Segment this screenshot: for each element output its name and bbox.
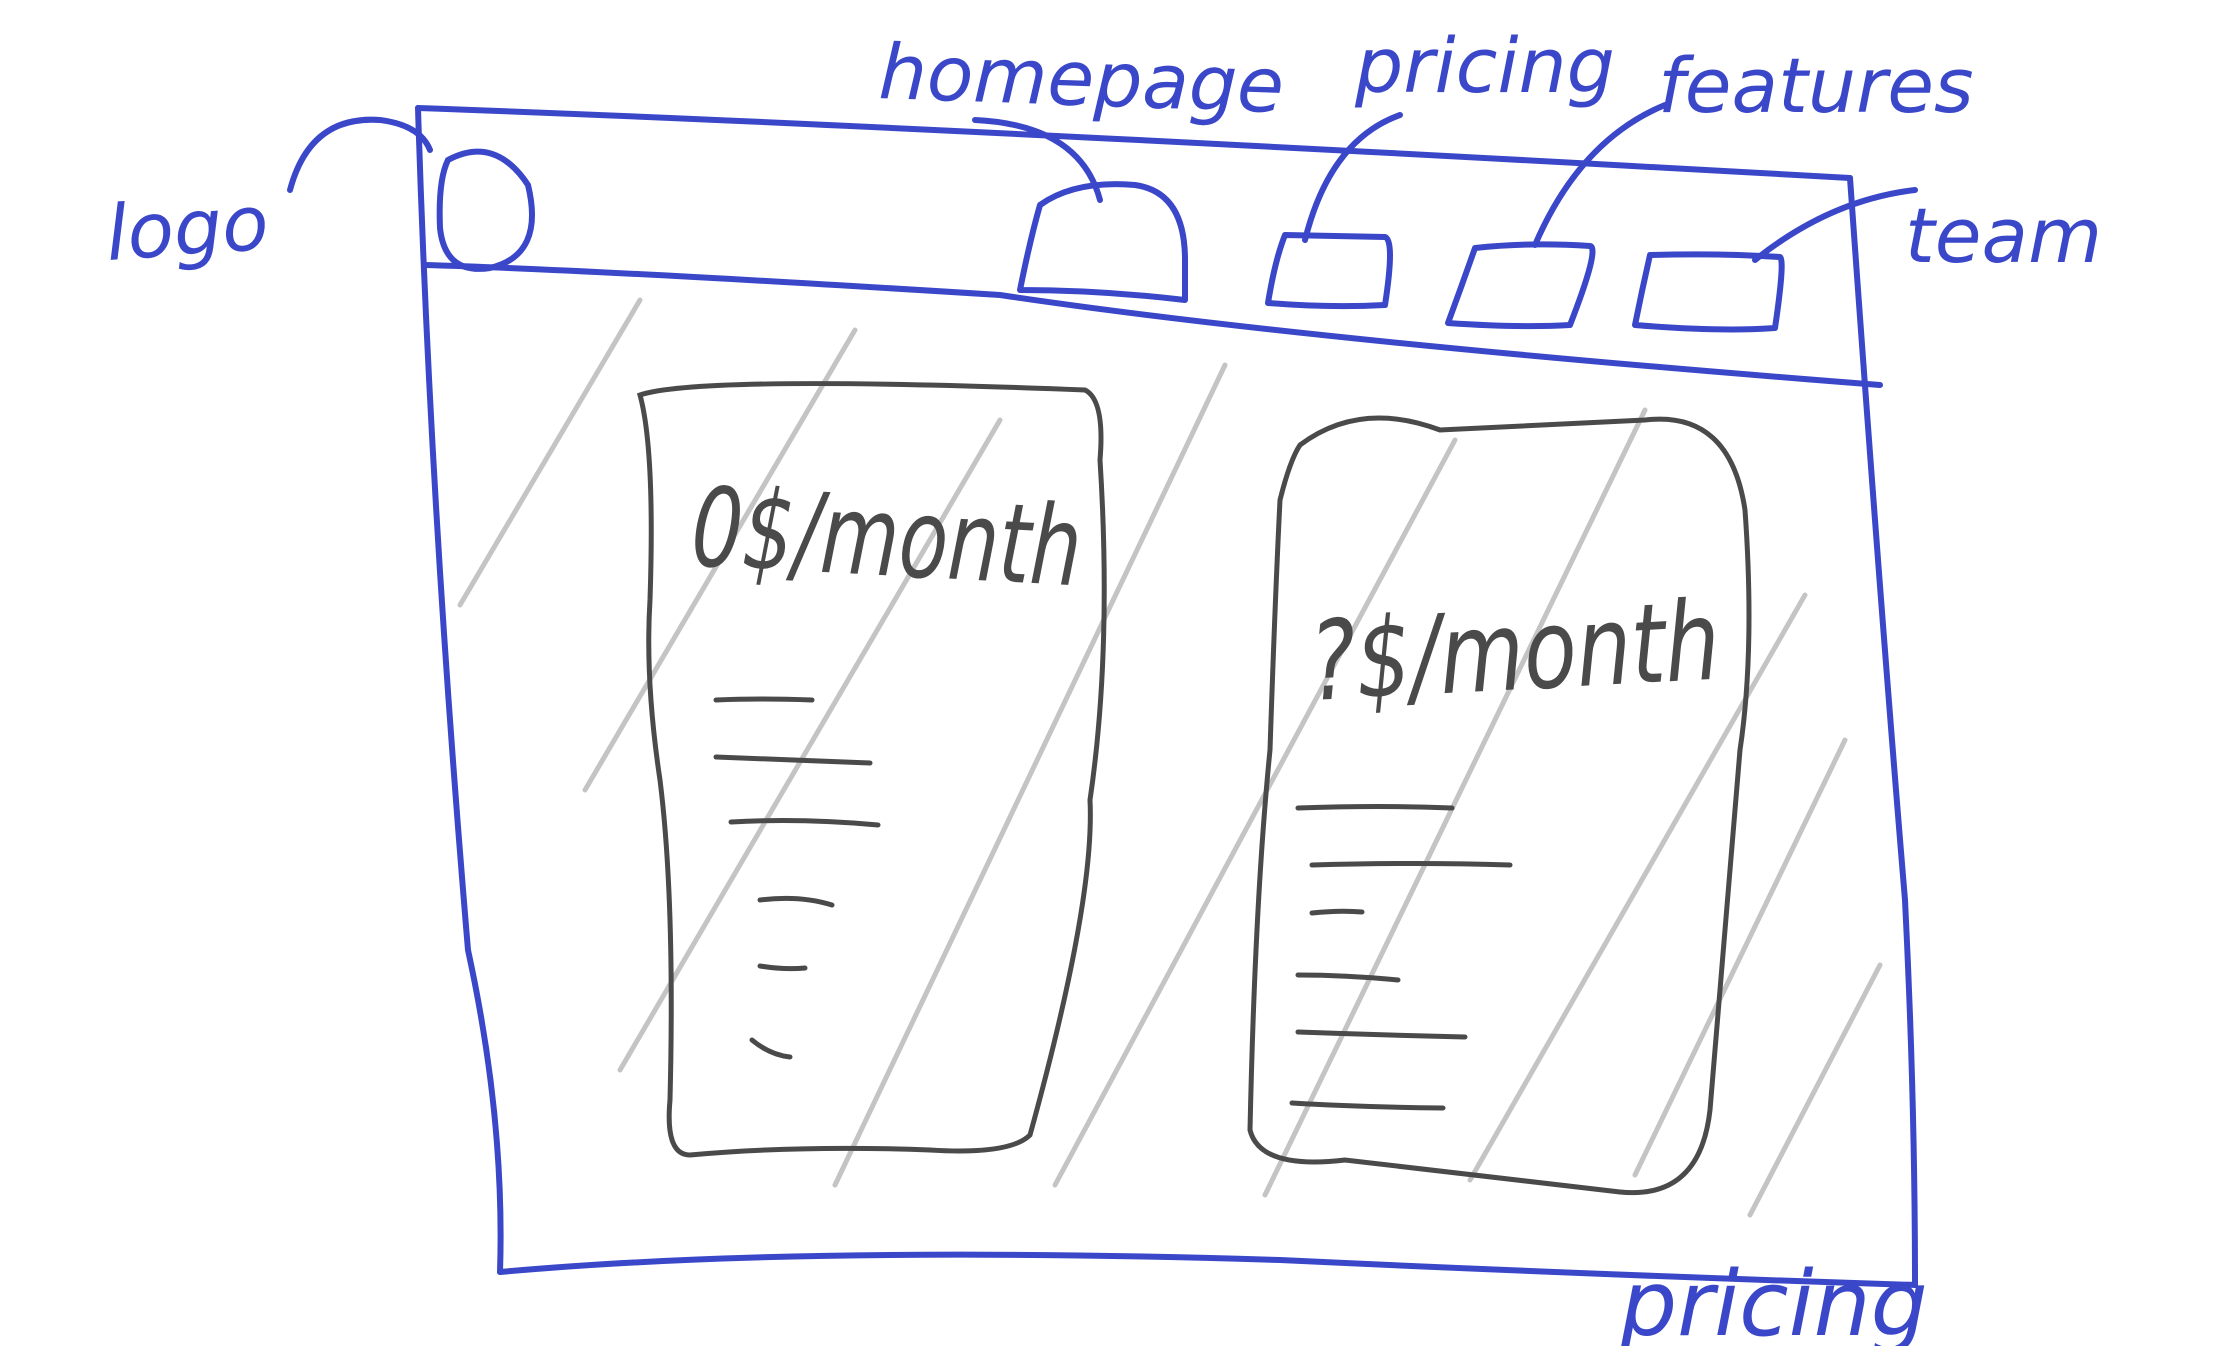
annotation-logo: logo <box>103 178 271 278</box>
connector-logo <box>287 116 433 193</box>
nav-button-pricing[interactable] <box>1265 232 1393 310</box>
connector-features <box>1532 102 1668 248</box>
feature-list-lines <box>713 696 881 1060</box>
plan-price: 0$/month <box>689 463 1085 611</box>
connector-pricing <box>1302 112 1403 243</box>
annotation-homepage: homepage <box>877 27 1285 130</box>
page-name-label: pricing <box>1619 1252 1928 1346</box>
pricing-wireframe-sketch: logo homepage pricing features team pric… <box>103 21 2102 1346</box>
plan-price: ?$/month <box>1307 577 1723 726</box>
annotation-features: features <box>1658 41 1974 130</box>
annotation-team: team <box>1905 191 2102 280</box>
feature-list-lines <box>1289 804 1513 1111</box>
logo-placeholder-circle <box>436 148 535 272</box>
nav-button-team[interactable] <box>1632 251 1785 333</box>
connector-team <box>1752 187 1918 263</box>
annotation-pricing: pricing <box>1354 21 1615 110</box>
nav-button-features[interactable] <box>1445 241 1596 330</box>
